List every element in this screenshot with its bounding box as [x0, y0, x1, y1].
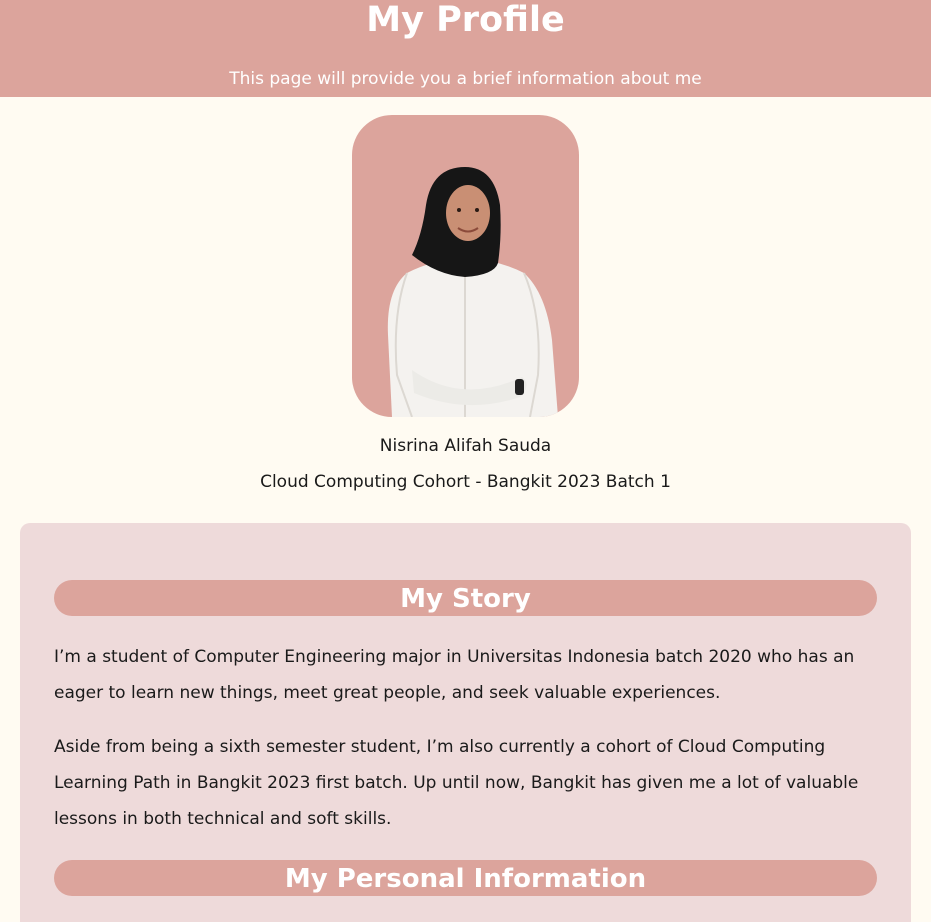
page-header: My Profile This page will provide you a …	[0, 0, 931, 97]
page-title: My Profile	[366, 0, 565, 40]
my-story-heading: My Story	[54, 580, 877, 616]
story-paragraph-1: I’m a student of Computer Engineering ma…	[54, 647, 855, 703]
profile-cohort: Cloud Computing Cohort - Bangkit 2023 Ba…	[260, 472, 671, 492]
person-illustration	[387, 167, 558, 417]
story-paragraph-2: Aside from being a sixth semester studen…	[54, 737, 859, 829]
profile-name: Nisrina Alifah Sauda	[379, 436, 552, 456]
profile-photo	[352, 115, 579, 417]
content-card: My Story I’m a student of Computer Engin…	[20, 523, 911, 922]
personal-info-heading: My Personal Information	[54, 860, 877, 896]
page-subtitle: This page will provide you a brief infor…	[229, 69, 702, 89]
